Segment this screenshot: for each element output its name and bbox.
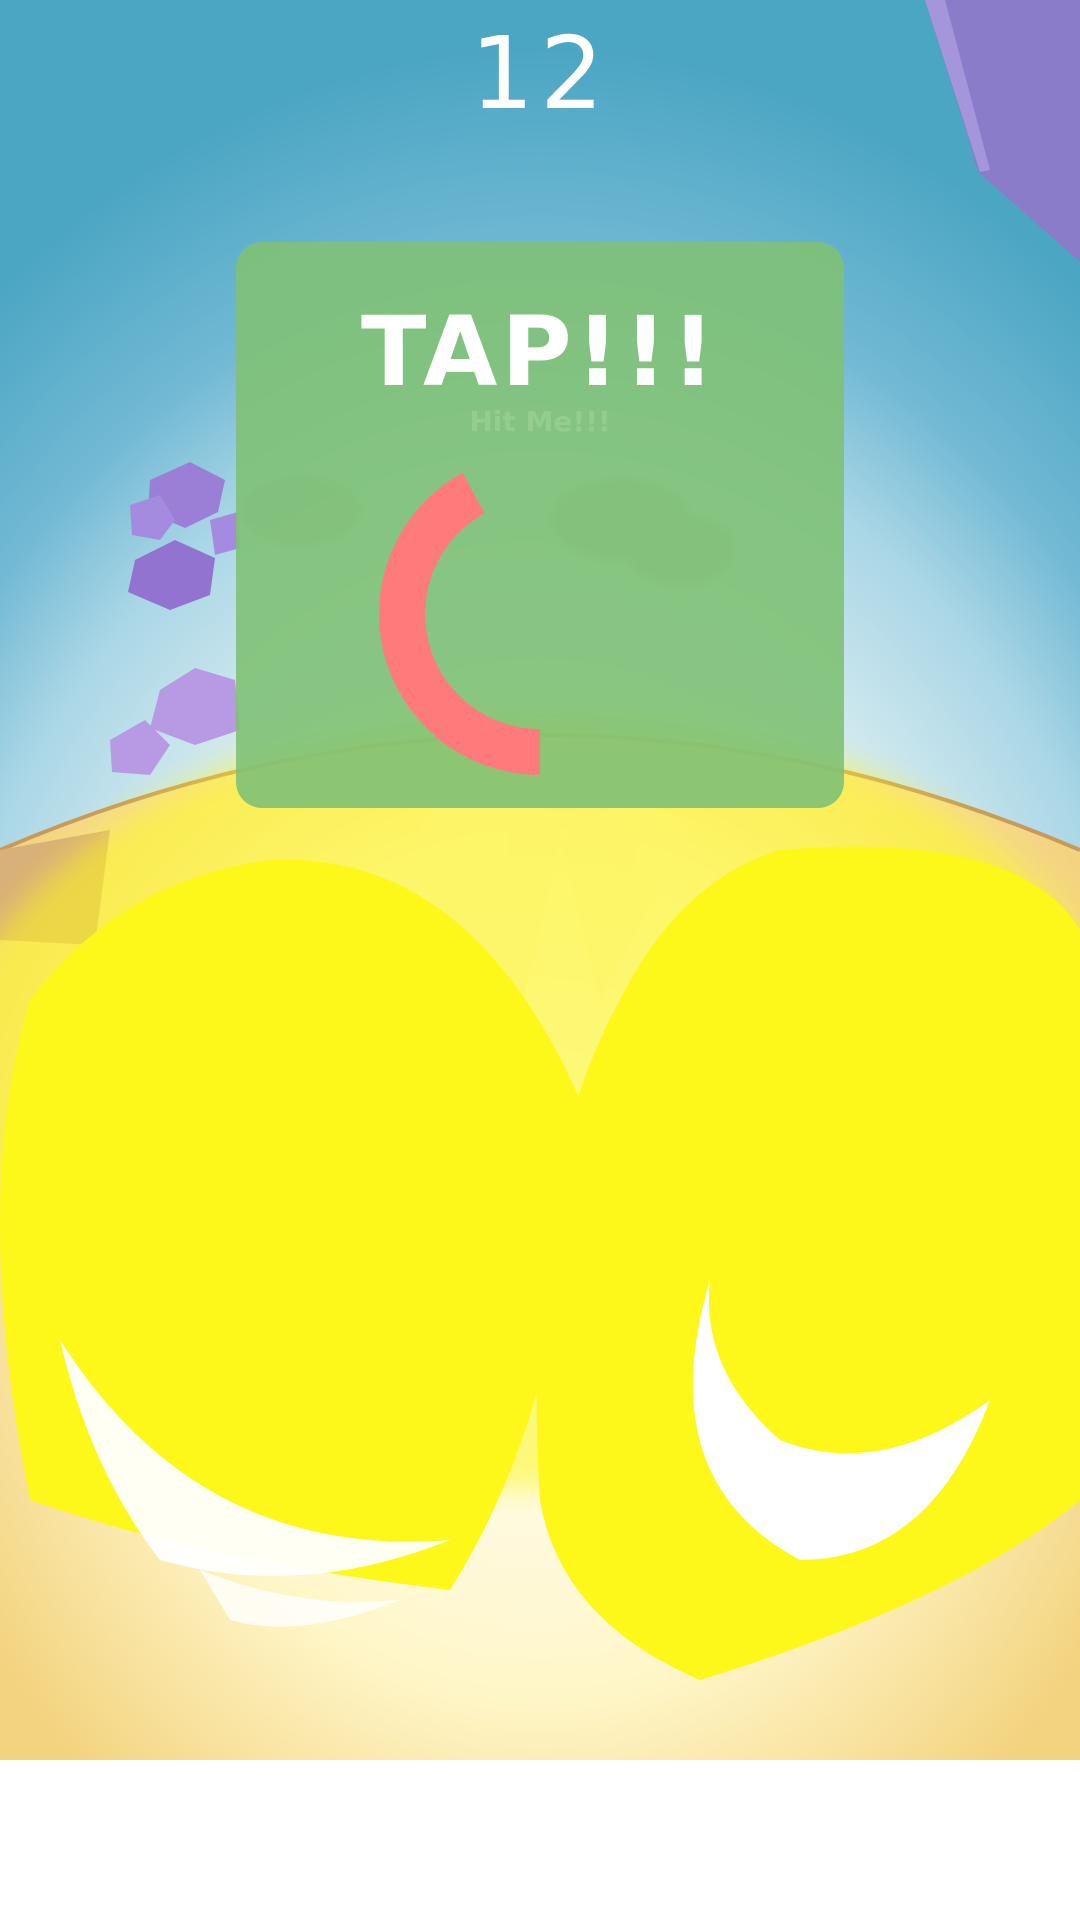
score-counter: 12	[470, 15, 610, 132]
tap-timer-ring	[379, 472, 541, 775]
crystal-icon	[110, 462, 240, 775]
game-scene[interactable]: 12 TAP!!! Hit Me!!!	[0, 0, 1080, 1920]
timer-arc	[379, 472, 541, 775]
